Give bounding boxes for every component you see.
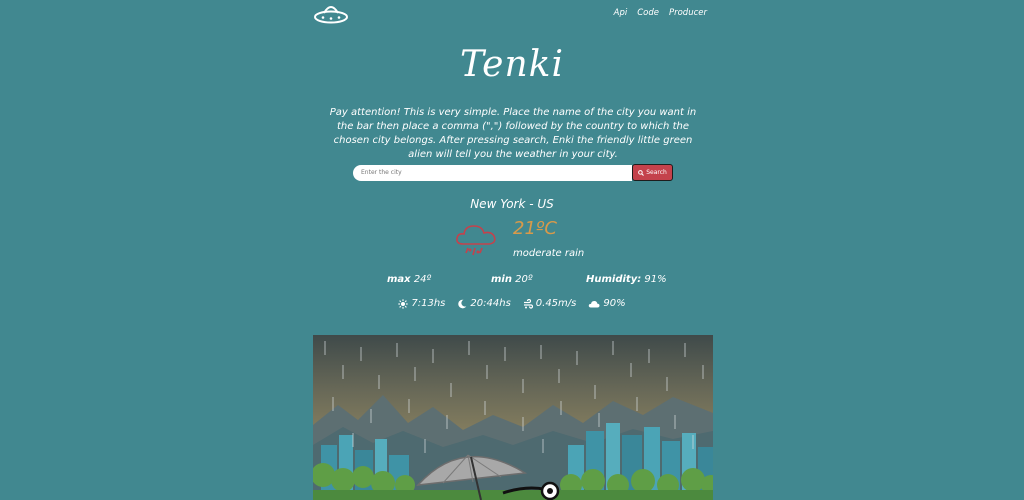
nav-link-code[interactable]: Code: [637, 8, 659, 18]
max-label: max: [387, 274, 411, 285]
city-search-input[interactable]: [353, 164, 632, 181]
wind: 0.45m/s: [523, 298, 577, 309]
max-temperature: max 24º: [387, 274, 431, 285]
weather-extras: 7:13hs 20:44hs 0.45m/s 90%: [0, 298, 1024, 309]
page-title: Tenki: [459, 44, 565, 85]
cloud-icon: [589, 300, 600, 307]
city-scene-image: [313, 335, 713, 500]
page: Api Code Producer Tenki Pay attention! T…: [0, 0, 1024, 500]
nav-links: Api Code Producer: [614, 8, 707, 18]
ufo-icon[interactable]: [313, 2, 349, 26]
max-value: 24º: [413, 274, 432, 285]
city-name: New York - US: [470, 197, 554, 211]
weather-description: moderate rain: [513, 248, 585, 259]
rain-cloud-icon: [454, 222, 498, 258]
cloudiness-value: 90%: [603, 298, 626, 309]
cloudiness: 90%: [588, 298, 626, 309]
navbar: Api Code Producer: [313, 0, 713, 28]
sunrise: 7:13hs: [398, 298, 445, 309]
rain-city-illustration: [313, 335, 713, 500]
min-temperature: min 20º: [491, 274, 533, 285]
humidity-value: 91%: [644, 274, 667, 285]
search-button[interactable]: Search: [632, 164, 673, 181]
humidity-label: Humidity:: [586, 274, 642, 285]
search-button-label: Search: [646, 169, 667, 176]
min-label: min: [491, 274, 512, 285]
nav-link-api[interactable]: Api: [614, 8, 628, 18]
min-value: 20º: [515, 274, 533, 285]
sunset-time: 20:44hs: [470, 298, 511, 309]
intro-text: Pay attention! This is very simple. Plac…: [329, 107, 697, 160]
sun-icon: [398, 298, 409, 309]
moon-icon: [458, 299, 467, 308]
sunrise-time: 7:13hs: [411, 298, 446, 309]
search-bar: Search: [353, 164, 673, 181]
wind-icon: [523, 298, 533, 309]
temperature: 21ºC: [513, 218, 557, 239]
nav-link-producer[interactable]: Producer: [669, 8, 707, 18]
humidity: Humidity: 91%: [586, 274, 667, 285]
wind-speed: 0.45m/s: [535, 298, 577, 309]
search-icon: [638, 169, 645, 176]
sunset: 20:44hs: [457, 298, 511, 309]
